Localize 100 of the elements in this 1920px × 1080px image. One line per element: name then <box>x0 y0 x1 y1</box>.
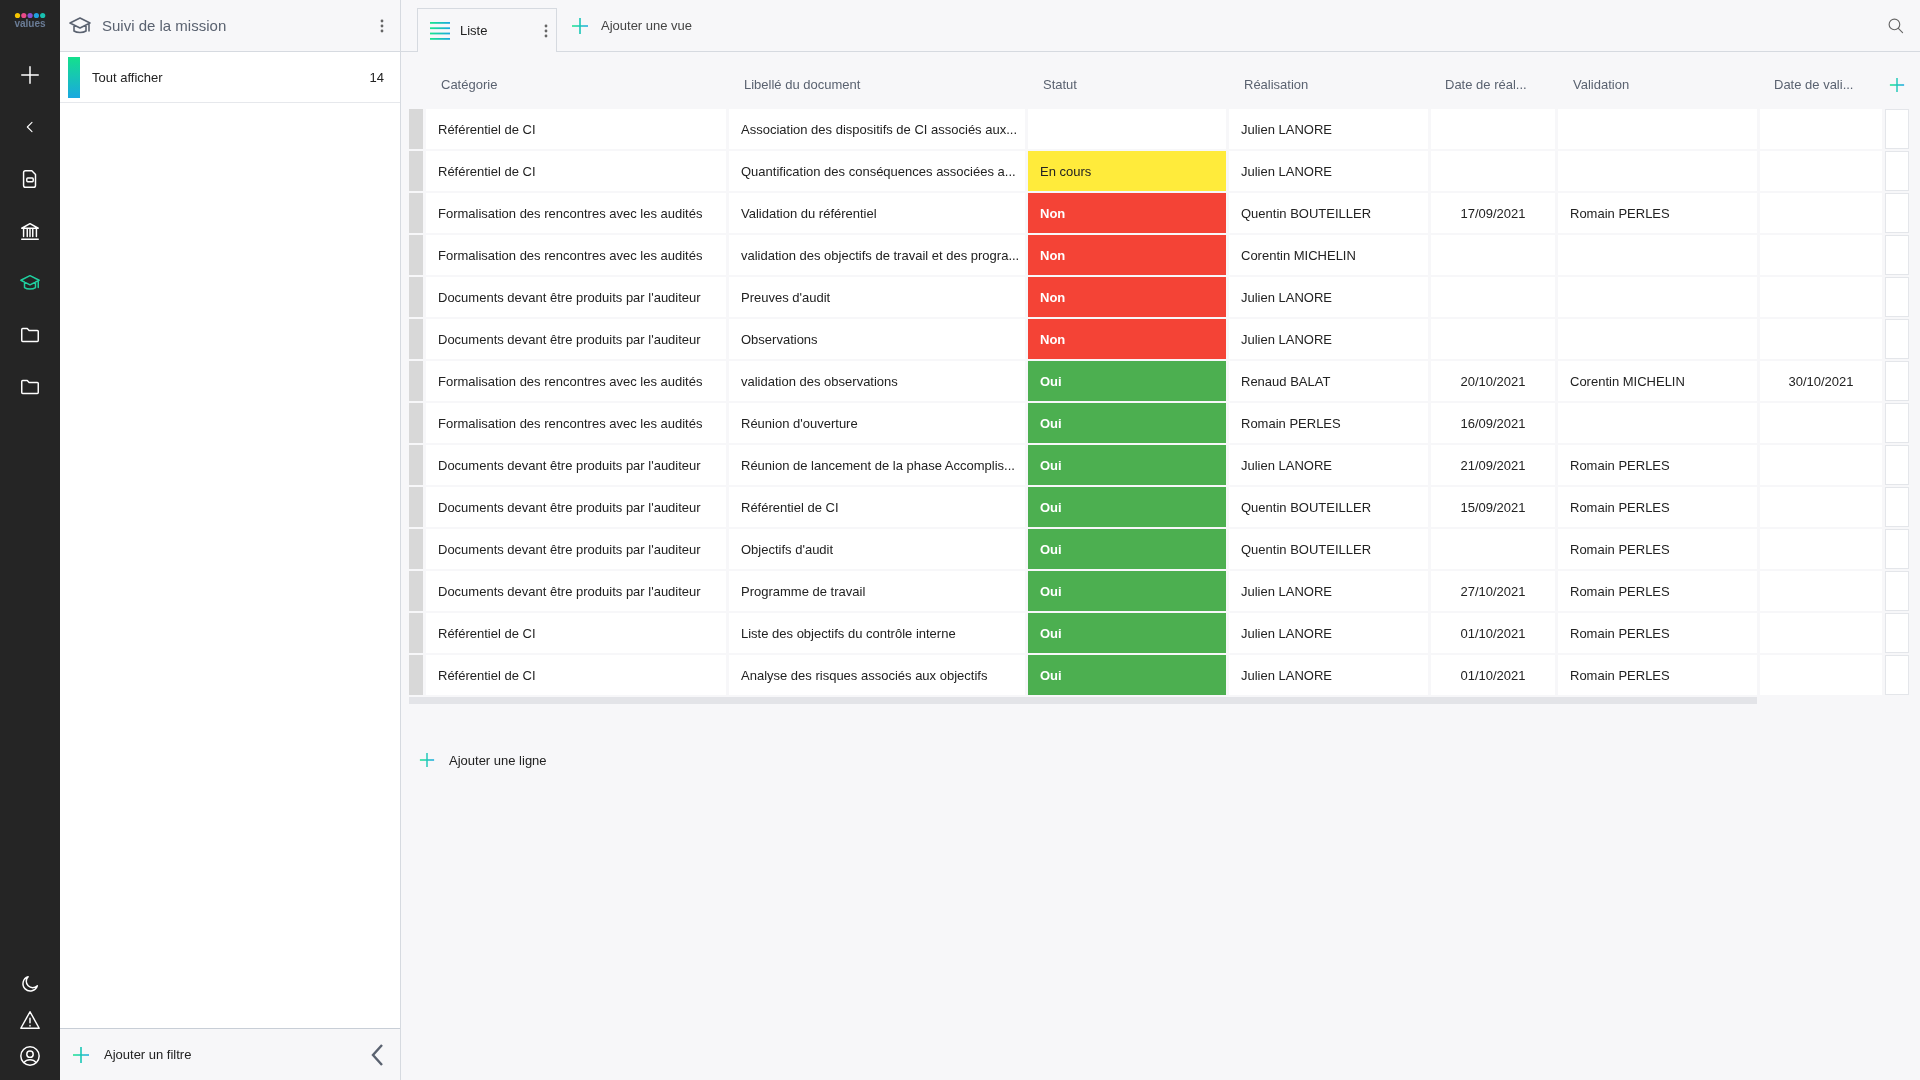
table-cell: Julien LANORE <box>1229 655 1428 695</box>
table-cell: Réunion d'ouverture <box>729 403 1025 443</box>
table-cell <box>1885 319 1909 359</box>
table-cell: Formalisation des rencontres avec les audités <box>426 361 726 401</box>
add-filter-button[interactable]: Ajouter un filtre <box>72 1045 192 1064</box>
table-cell: Romain PERLES <box>1558 571 1757 611</box>
moon-icon <box>19 973 41 995</box>
table-cell <box>1885 403 1909 443</box>
table-cell: Analyse des risques associés aux objectifs <box>729 655 1025 695</box>
row-handle[interactable] <box>409 487 423 527</box>
table-cell: Référentiel de CI <box>426 613 726 653</box>
table-cell <box>1885 613 1909 653</box>
row-handle[interactable] <box>409 193 423 233</box>
row-handle[interactable] <box>409 529 423 569</box>
logo-text: values <box>14 19 46 29</box>
table-cell <box>1885 277 1909 317</box>
column-header[interactable]: Libellé du document <box>729 77 1025 92</box>
bank-icon <box>19 220 41 242</box>
row-handle[interactable] <box>409 235 423 275</box>
column-header[interactable]: Date de réal... <box>1431 77 1555 92</box>
table-cell <box>1885 109 1909 149</box>
column-header[interactable]: Catégorie <box>426 77 726 92</box>
search-icon <box>1887 17 1904 34</box>
table-cell: Référentiel de CI <box>426 151 726 191</box>
table-cell: Julien LANORE <box>1229 277 1428 317</box>
status-cell: Oui <box>1028 529 1226 569</box>
table-cell: Documents devant être produits par l'auditeur <box>426 277 726 317</box>
add-column-button[interactable] <box>1889 76 1905 93</box>
logo-dots-icon <box>14 12 46 19</box>
row-handle[interactable] <box>409 109 423 149</box>
table-cell <box>1885 487 1909 527</box>
row-handle[interactable] <box>409 403 423 443</box>
table-cell <box>1885 445 1909 485</box>
table-cell <box>1885 193 1909 233</box>
column-header[interactable]: Validation <box>1558 77 1757 92</box>
table-cell: Association des dispositifs de CI associés aux... <box>729 109 1025 149</box>
table-cell: Quentin BOUTEILLER <box>1229 487 1428 527</box>
table-cell <box>1885 361 1909 401</box>
add-row-button[interactable]: Ajouter une ligne <box>419 752 547 768</box>
row-handle[interactable] <box>409 571 423 611</box>
table-cell: 20/10/2021 <box>1431 361 1555 401</box>
status-cell: Non <box>1028 277 1226 317</box>
user-icon <box>19 1045 41 1067</box>
table-cell: Preuves d'audit <box>729 277 1025 317</box>
plus-icon <box>1889 76 1905 93</box>
table-cell: 17/09/2021 <box>1431 193 1555 233</box>
more-icon <box>380 18 384 33</box>
search-button[interactable] <box>1885 15 1906 36</box>
status-cell: Oui <box>1028 571 1226 611</box>
table-cell: Observations <box>729 319 1025 359</box>
table-cell: Référentiel de CI <box>729 487 1025 527</box>
row-handle[interactable] <box>409 613 423 653</box>
add-view-button[interactable]: Ajouter une vue <box>571 16 693 35</box>
plus-icon <box>419 752 435 768</box>
table-cell: Quentin BOUTEILLER <box>1229 193 1428 233</box>
table-cell: Référentiel de CI <box>426 109 726 149</box>
filter-count: 14 <box>369 69 384 85</box>
table-cell: 30/10/2021 <box>1760 361 1882 401</box>
table-cell: Romain PERLES <box>1558 193 1757 233</box>
table-cell: Renaud BALAT <box>1229 361 1428 401</box>
table-cell: 15/09/2021 <box>1431 487 1555 527</box>
row-handle[interactable] <box>409 319 423 359</box>
row-handle[interactable] <box>409 445 423 485</box>
table-cell: Réunion de lancement de la phase Accomplis... <box>729 445 1025 485</box>
plus-icon <box>571 16 589 35</box>
table-cell: Romain PERLES <box>1558 445 1757 485</box>
table-cell: Corentin MICHELIN <box>1229 235 1428 275</box>
table-cell: Julien LANORE <box>1229 571 1428 611</box>
table-cell <box>1885 655 1909 695</box>
row-handle[interactable] <box>409 361 423 401</box>
table-cell: validation des observations <box>729 361 1025 401</box>
table-cell: Julien LANORE <box>1229 319 1428 359</box>
table-cell: Romain PERLES <box>1558 487 1757 527</box>
column-header[interactable]: Réalisation <box>1229 77 1428 92</box>
table-cell: Formalisation des rencontres avec les audités <box>426 403 726 443</box>
table-cell: 21/09/2021 <box>1431 445 1555 485</box>
row-handle[interactable] <box>409 151 423 191</box>
table-cell: Objectifs d'audit <box>729 529 1025 569</box>
table-cell: Julien LANORE <box>1229 445 1428 485</box>
table-cell: Romain PERLES <box>1558 613 1757 653</box>
column-header[interactable]: Date de vali... <box>1760 77 1882 92</box>
status-cell: Non <box>1028 235 1226 275</box>
table-cell: Julien LANORE <box>1229 613 1428 653</box>
column-header[interactable]: Statut <box>1028 77 1226 92</box>
status-cell: Non <box>1028 193 1226 233</box>
panel-title: Suivi de la mission <box>102 17 228 34</box>
table-cell: Documents devant être produits par l'auditeur <box>426 319 726 359</box>
view-tab[interactable]: Liste <box>417 8 557 52</box>
table-cell <box>1885 235 1909 275</box>
status-cell: Oui <box>1028 445 1226 485</box>
table-cell: 16/09/2021 <box>1431 403 1555 443</box>
table-cell: 01/10/2021 <box>1431 655 1555 695</box>
table-cell: Quentin BOUTEILLER <box>1229 529 1428 569</box>
table-cell: Quantification des conséquences associées a... <box>729 151 1025 191</box>
table-cell: Romain PERLES <box>1558 655 1757 695</box>
chevron-left-icon <box>370 1042 384 1067</box>
row-handle[interactable] <box>409 655 423 695</box>
row-handle[interactable] <box>409 277 423 317</box>
table-cell: Formalisation des rencontres avec les audités <box>426 193 726 233</box>
table-cell: Romain PERLES <box>1558 529 1757 569</box>
